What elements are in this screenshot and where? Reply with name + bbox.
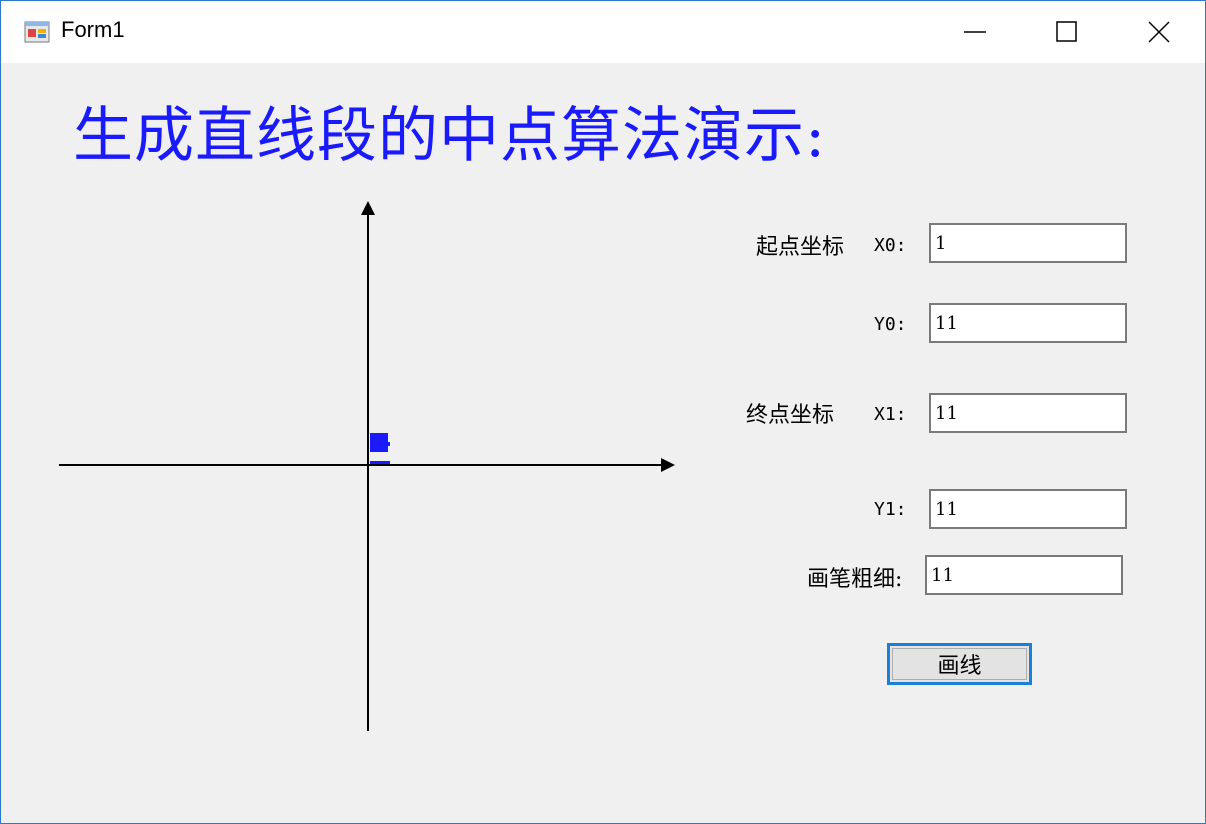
y0-label: Y0: — [874, 314, 907, 335]
close-icon — [1148, 21, 1170, 43]
end-point-label: 终点坐标 — [746, 403, 835, 428]
form-client-area: 生成直线段的中点算法演示: 起点坐标 X0: Y0: 终点坐标 X1: Y1: — [1, 63, 1205, 823]
pen-width-input[interactable] — [925, 555, 1123, 595]
y1-input[interactable] — [929, 489, 1127, 529]
title-bar[interactable]: Form1 — [1, 1, 1205, 63]
x0-label: X0: — [874, 235, 907, 256]
x1-label: X1: — [874, 404, 907, 425]
y0-input[interactable] — [929, 303, 1127, 343]
window-title: Form1 — [61, 17, 125, 42]
x0-input[interactable] — [929, 223, 1127, 263]
form-app-icon — [24, 21, 50, 43]
minimize-button[interactable] — [929, 1, 1021, 63]
button-focus-border — [892, 648, 1027, 680]
y-axis-arrow-icon — [361, 201, 375, 215]
maximize-icon — [1056, 21, 1077, 42]
maximize-button[interactable] — [1021, 1, 1113, 63]
close-button[interactable] — [1113, 1, 1205, 63]
pen-width-label: 画笔粗细: — [807, 567, 903, 592]
draw-line-button[interactable]: 画线 — [887, 643, 1032, 685]
minimize-icon — [964, 31, 986, 33]
app-window: Form1 生成直线段的中点算法演示: 起点坐标 X0: 1 Y0: 11 终点… — [0, 0, 1206, 824]
y1-label: Y1: — [874, 499, 907, 520]
drawn-line-segment — [370, 433, 390, 464]
drawing-canvas — [59, 201, 675, 731]
start-point-label: 起点坐标 — [756, 235, 845, 260]
x-axis-arrow-icon — [661, 458, 675, 472]
x1-input[interactable] — [929, 393, 1127, 433]
